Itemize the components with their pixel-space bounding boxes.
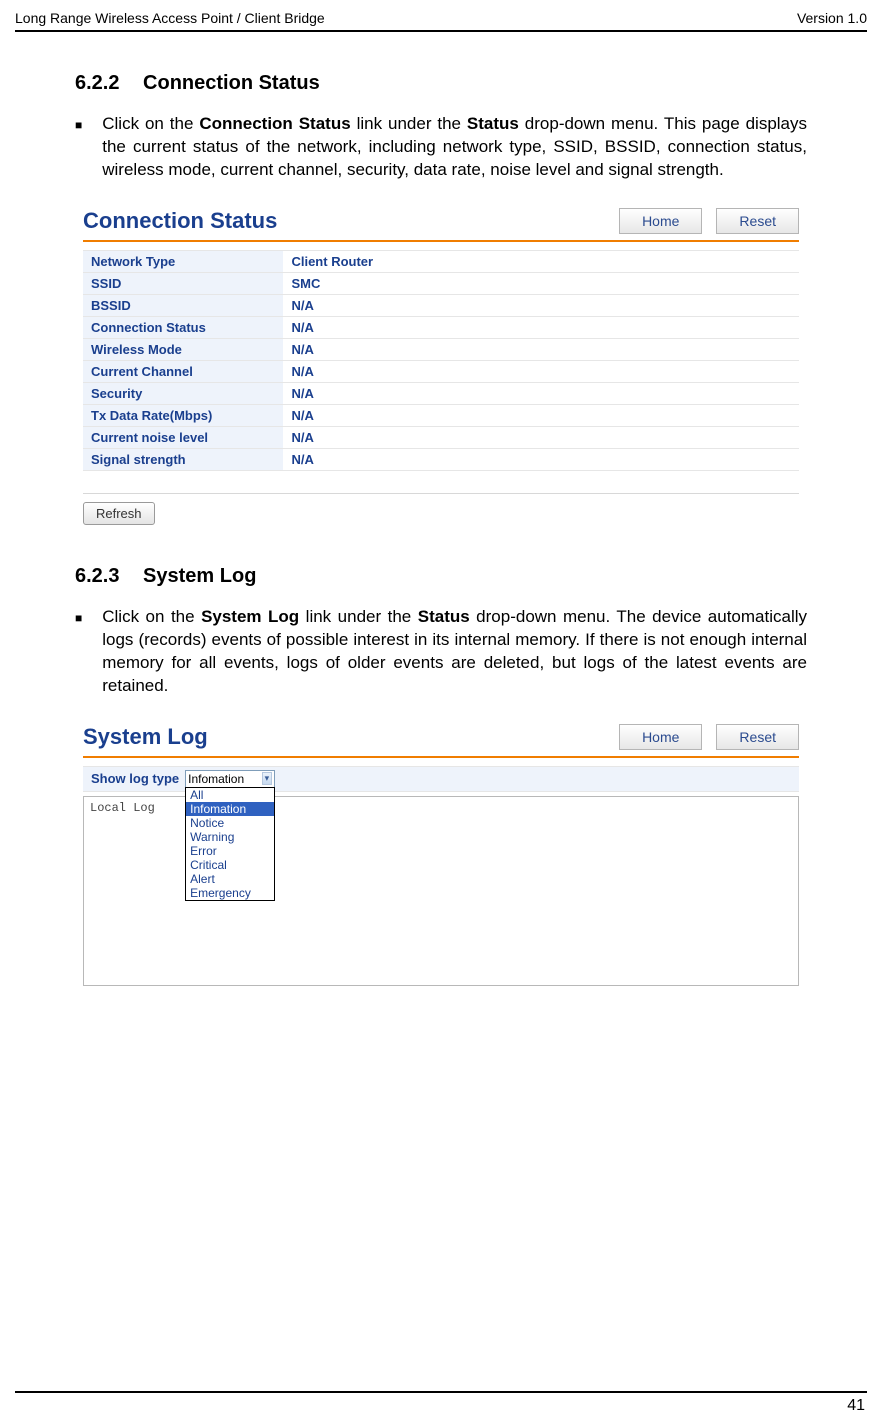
log-type-bar: Show log type Infomation ▾ All Infomatio… [83,766,799,792]
bullet-icon: ■ [75,113,82,182]
dropdown-option[interactable]: Warning [186,830,274,844]
row-label: Security [83,382,283,404]
refresh-button[interactable]: Refresh [83,502,155,525]
row-label: Current Channel [83,360,283,382]
paragraph-text: Click on the System Log link under the S… [102,606,807,698]
dropdown-option[interactable]: Notice [186,816,274,830]
divider [83,493,799,494]
panel-title: Connection Status [83,208,277,234]
row-label: Signal strength [83,448,283,471]
log-type-dropdown[interactable]: All Infomation Notice Warning Error Crit… [185,787,275,901]
row-value: N/A [283,382,799,404]
page-footer: 41 [15,1381,867,1415]
row-label: Tx Data Rate(Mbps) [83,404,283,426]
row-label: Connection Status [83,316,283,338]
row-value: SMC [283,272,799,294]
row-value: N/A [283,360,799,382]
header-right: Version 1.0 [797,10,867,26]
dropdown-option[interactable]: All [186,788,274,802]
section-number: 6.2.2 [75,72,119,95]
section-title: Connection Status [143,72,320,94]
row-label: SSID [83,272,283,294]
row-value: N/A [283,316,799,338]
dropdown-option[interactable]: Emergency [186,886,274,900]
row-value: N/A [283,426,799,448]
row-label: Current noise level [83,426,283,448]
row-value: N/A [283,448,799,471]
dropdown-option[interactable]: Error [186,844,274,858]
header-left: Long Range Wireless Access Point / Clien… [15,10,325,26]
select-value: Infomation [188,772,244,786]
row-label: Wireless Mode [83,338,283,360]
row-label: BSSID [83,294,283,316]
status-table: Network TypeClient Router SSIDSMC BSSIDN… [83,250,799,471]
dropdown-option[interactable]: Alert [186,872,274,886]
panel-header: Connection Status Home Reset [83,204,799,242]
section-title: System Log [143,565,256,587]
row-label: Network Type [83,250,283,272]
bullet-icon: ■ [75,606,82,698]
panel-title: System Log [83,724,208,750]
panel-header: System Log Home Reset [83,720,799,758]
footer-rule [15,1391,867,1393]
paragraph: ■ Click on the Connection Status link un… [75,113,807,182]
page-number: 41 [15,1397,867,1415]
dropdown-option[interactable]: Critical [186,858,274,872]
connection-status-panel: Connection Status Home Reset Network Typ… [75,204,807,525]
row-value: N/A [283,404,799,426]
page-content: 6.2.2 Connection Status ■ Click on the C… [15,62,867,1381]
dropdown-option[interactable]: Infomation [186,802,274,816]
page-header: Long Range Wireless Access Point / Clien… [15,10,867,32]
paragraph: ■ Click on the System Log link under the… [75,606,807,698]
home-button[interactable]: Home [619,208,702,234]
row-value: N/A [283,294,799,316]
reset-button[interactable]: Reset [716,208,799,234]
section-number: 6.2.3 [75,565,119,588]
chevron-down-icon: ▾ [262,772,273,785]
section-heading: 6.2.2 Connection Status [75,72,807,95]
paragraph-text: Click on the Connection Status link unde… [102,113,807,182]
reset-button[interactable]: Reset [716,724,799,750]
home-button[interactable]: Home [619,724,702,750]
log-type-label: Show log type [91,771,179,786]
row-value: N/A [283,338,799,360]
row-value: Client Router [283,250,799,272]
system-log-panel: System Log Home Reset Show log type Info… [75,720,807,986]
log-type-select[interactable]: Infomation ▾ [185,770,275,788]
section-heading: 6.2.3 System Log [75,565,807,588]
